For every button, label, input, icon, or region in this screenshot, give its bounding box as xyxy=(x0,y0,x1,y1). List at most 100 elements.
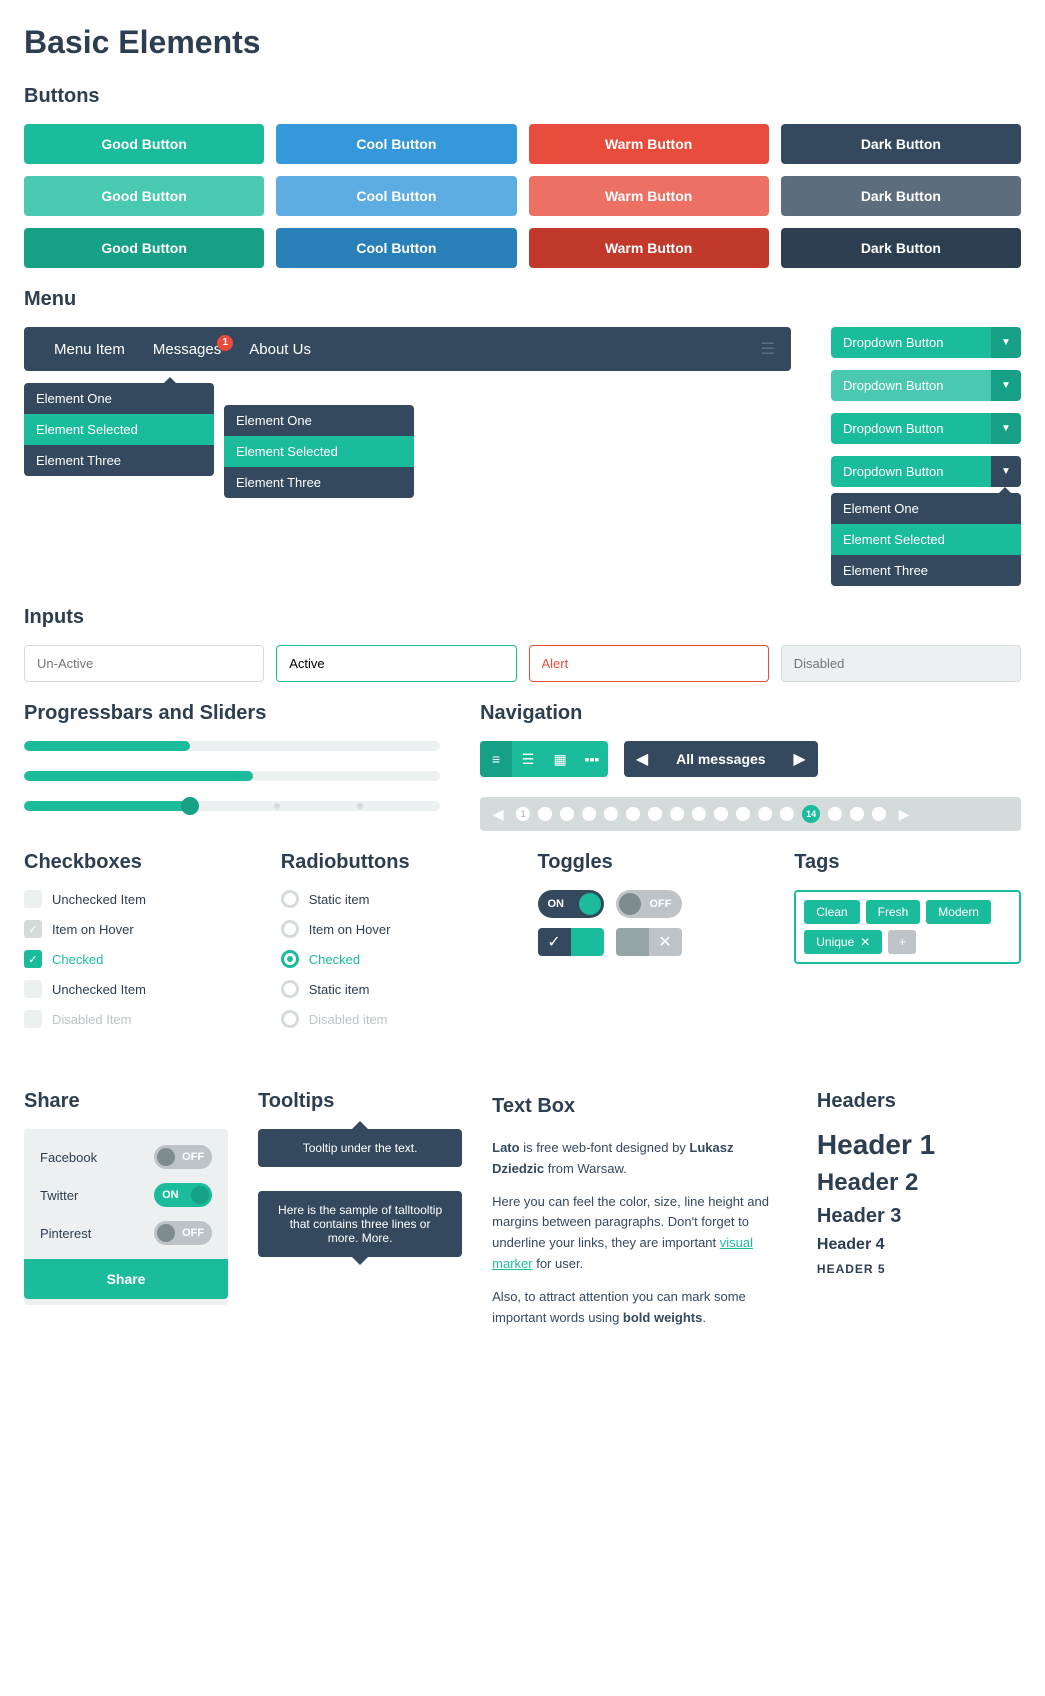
checkbox-row-checked[interactable]: ✓Checked xyxy=(24,950,251,968)
slider[interactable] xyxy=(24,801,440,811)
page-dot-active[interactable]: 14 xyxy=(802,805,820,823)
dropdown-item[interactable]: Element One xyxy=(24,383,214,414)
view-grid-icon[interactable]: ▦ xyxy=(544,741,576,777)
toggle-square-off[interactable]: ✕ xyxy=(616,928,682,956)
share-button[interactable]: Share xyxy=(24,1259,228,1299)
progressbar-2 xyxy=(24,771,440,781)
radio-row[interactable]: Static item xyxy=(281,980,508,998)
slider-handle[interactable] xyxy=(181,797,199,815)
dropdown-button-open[interactable]: Dropdown Button▼ xyxy=(831,456,1021,487)
page-dot[interactable] xyxy=(828,807,842,821)
share-toggle-facebook[interactable]: OFF xyxy=(154,1145,212,1169)
cool-button-active[interactable]: Cool Button xyxy=(276,228,516,268)
share-toggle-twitter[interactable]: ON xyxy=(154,1183,212,1207)
dropdown-item-selected[interactable]: Element Selected xyxy=(24,414,214,445)
checkbox-row[interactable]: Unchecked Item xyxy=(24,980,251,998)
section-share: Share xyxy=(24,1090,228,1113)
radio-row-hover[interactable]: Item on Hover xyxy=(281,920,508,938)
warm-button-active[interactable]: Warm Button xyxy=(529,228,769,268)
good-button-active[interactable]: Good Button xyxy=(24,228,264,268)
pagination: ◀ 1 14 ▶ xyxy=(480,797,1021,831)
dropdown-item[interactable]: Element Three xyxy=(224,467,414,498)
chevron-down-icon: ▼ xyxy=(991,370,1021,401)
text-paragraph: Lato is free web-font designed by Lukasz… xyxy=(492,1138,787,1180)
next-icon[interactable]: ▶ xyxy=(782,741,818,777)
progressbar-1 xyxy=(24,741,440,751)
page-prev-icon[interactable]: ◀ xyxy=(488,806,508,823)
radio-row-checked[interactable]: Checked xyxy=(281,950,508,968)
page-dot[interactable]: 1 xyxy=(516,807,530,821)
cool-button-hover[interactable]: Cool Button xyxy=(276,176,516,216)
tag[interactable]: Clean xyxy=(804,900,859,924)
tag-add-button[interactable]: + xyxy=(888,930,916,954)
checkbox-row[interactable]: Unchecked Item xyxy=(24,890,251,908)
checkbox-icon: ✓ xyxy=(24,950,42,968)
dropdown-item-selected[interactable]: Element Selected xyxy=(831,524,1021,555)
view-tiles-icon[interactable]: ▪▪▪ xyxy=(576,741,608,777)
tag[interactable]: Fresh xyxy=(866,900,921,924)
section-tooltips: Tooltips xyxy=(258,1090,462,1113)
toggle-square-on[interactable]: ✓ xyxy=(538,928,604,956)
page-dot[interactable] xyxy=(648,807,662,821)
page-dot[interactable] xyxy=(736,807,750,821)
all-messages-label[interactable]: All messages xyxy=(660,751,782,767)
checkbox-row-hover[interactable]: ✓Item on Hover xyxy=(24,920,251,938)
page-dot[interactable] xyxy=(758,807,772,821)
dropdown-item-selected[interactable]: Element Selected xyxy=(224,436,414,467)
cool-button[interactable]: Cool Button xyxy=(276,124,516,164)
page-dot[interactable] xyxy=(626,807,640,821)
dark-button-hover[interactable]: Dark Button xyxy=(781,176,1021,216)
toggle-on[interactable]: ON xyxy=(538,890,604,918)
dropdown-button[interactable]: Dropdown Button▼ xyxy=(831,327,1021,358)
section-navigation: Navigation xyxy=(480,702,1021,725)
dropdown-item[interactable]: Element One xyxy=(831,493,1021,524)
share-toggle-pinterest[interactable]: OFF xyxy=(154,1221,212,1245)
dark-button-active[interactable]: Dark Button xyxy=(781,228,1021,268)
hamburger-icon[interactable]: ☰ xyxy=(761,339,775,359)
page-dot[interactable] xyxy=(714,807,728,821)
tooltip-bottom: Here is the sample of talltooltip that c… xyxy=(258,1191,462,1257)
radio-row[interactable]: Static item xyxy=(281,890,508,908)
page-dot[interactable] xyxy=(582,807,596,821)
section-progress: Progressbars and Sliders xyxy=(24,702,440,725)
dropdown-button-hover[interactable]: Dropdown Button▼ xyxy=(831,370,1021,401)
dropdown-item[interactable]: Element One xyxy=(224,405,414,436)
radio-icon xyxy=(281,1010,299,1028)
tags-container: Clean Fresh Modern Unique✕ + xyxy=(794,890,1021,964)
page-dot[interactable] xyxy=(670,807,684,821)
view-detail-icon[interactable]: ☰ xyxy=(512,741,544,777)
page-dot[interactable] xyxy=(604,807,618,821)
good-button[interactable]: Good Button xyxy=(24,124,264,164)
page-dot[interactable] xyxy=(850,807,864,821)
dropdown-button[interactable]: Dropdown Button▼ xyxy=(831,413,1021,444)
text-paragraph: Also, to attract attention you can mark … xyxy=(492,1287,787,1329)
page-dot[interactable] xyxy=(780,807,794,821)
page-next-icon[interactable]: ▶ xyxy=(894,806,914,823)
dropdown-list-3: Element One Element Selected Element Thr… xyxy=(831,493,1021,586)
page-dot[interactable] xyxy=(560,807,574,821)
section-tags: Tags xyxy=(794,851,1021,874)
prev-icon[interactable]: ◀ xyxy=(624,741,660,777)
dropdown-item[interactable]: Element Three xyxy=(24,445,214,476)
view-list-icon[interactable]: ≡ xyxy=(480,741,512,777)
page-dot[interactable] xyxy=(538,807,552,821)
dropdown-list-2: Element One Element Selected Element Thr… xyxy=(224,405,414,498)
page-dot[interactable] xyxy=(692,807,706,821)
dropdown-item[interactable]: Element Three xyxy=(831,555,1021,586)
warm-button-hover[interactable]: Warm Button xyxy=(529,176,769,216)
good-button-hover[interactable]: Good Button xyxy=(24,176,264,216)
page-dot[interactable] xyxy=(872,807,886,821)
toggle-off[interactable]: OFF xyxy=(616,890,682,918)
input-active[interactable] xyxy=(276,645,516,682)
tag-removable[interactable]: Unique✕ xyxy=(804,930,882,954)
tag[interactable]: Modern xyxy=(926,900,991,924)
menu-item-messages[interactable]: Messages1 xyxy=(139,341,235,358)
dark-button[interactable]: Dark Button xyxy=(781,124,1021,164)
input-unactive[interactable] xyxy=(24,645,264,682)
warm-button[interactable]: Warm Button xyxy=(529,124,769,164)
menu-item-about[interactable]: About Us xyxy=(235,341,325,358)
checkbox-icon: ✓ xyxy=(24,920,42,938)
close-icon[interactable]: ✕ xyxy=(860,935,870,949)
menu-item-1[interactable]: Menu Item xyxy=(40,341,139,358)
input-alert[interactable] xyxy=(529,645,769,682)
